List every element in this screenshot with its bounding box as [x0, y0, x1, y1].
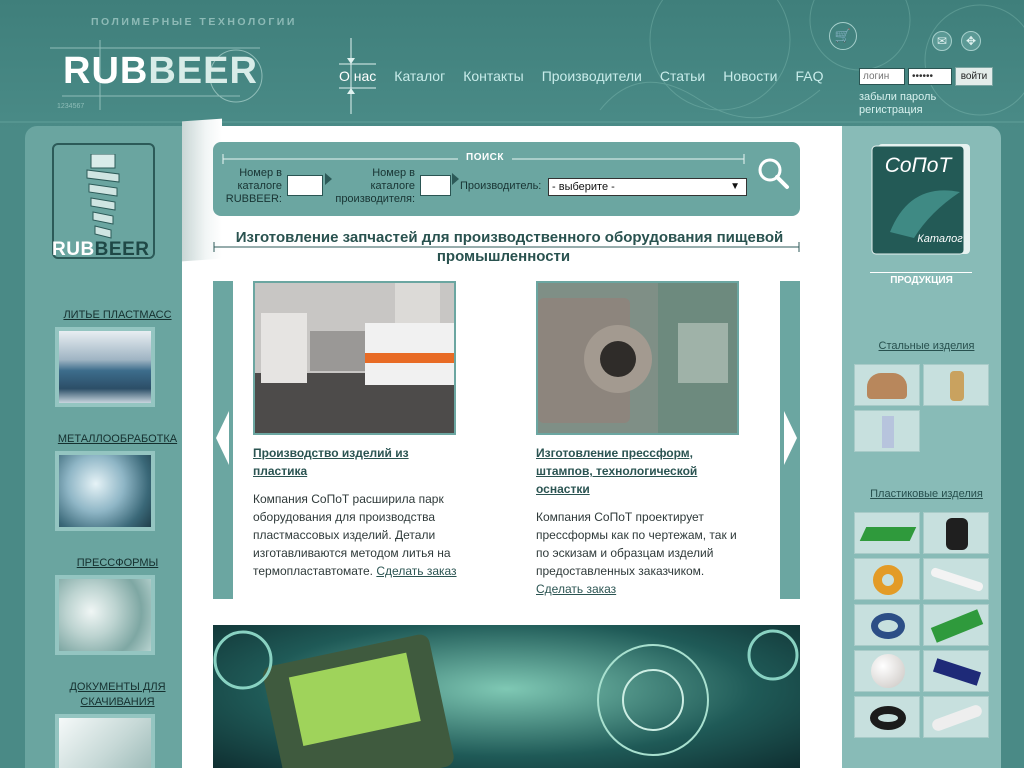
register-link[interactable]: регистрация — [859, 104, 923, 116]
promo-banner[interactable] — [213, 625, 800, 768]
catalog-book-icon[interactable]: СоПоТ Каталог — [870, 142, 972, 257]
nav-about[interactable]: О нас — [339, 68, 376, 84]
bar-icon — [932, 658, 982, 686]
main-nav: О нас Каталог Контакты Производители Ста… — [339, 68, 841, 84]
logo-number: 1234567 — [57, 103, 85, 110]
ball-icon — [871, 654, 905, 688]
producer-number-input[interactable] — [420, 175, 451, 196]
logo-rub-text: RUB — [63, 50, 149, 92]
forgot-password-link[interactable]: забыли пароль — [859, 91, 936, 103]
sidebar-image-documents[interactable] — [55, 714, 155, 768]
site-logo[interactable]: RUBBEER — [63, 50, 258, 93]
products-label[interactable]: ПРОДУКЦИЯ — [842, 275, 1001, 286]
card-title-plastic-production[interactable]: Производство изделий из пластика — [253, 444, 453, 480]
card-image-plastic-production[interactable] — [253, 281, 456, 435]
card-text-molds-production: Компания СоПоТ проектирует прессформы ка… — [536, 508, 748, 598]
card-text-plastic-production: Компания СоПоТ расширила парк оборудован… — [253, 490, 468, 580]
catalog-brand-text: СоПоТ — [885, 154, 954, 177]
header-icons: ✉ ✥ — [932, 31, 981, 51]
sidebar-image-metalworking[interactable] — [55, 451, 155, 531]
search-title: ПОИСК — [466, 152, 504, 163]
steel-products-link[interactable]: Стальные изделия — [842, 340, 1011, 352]
nav-faq[interactable]: FAQ — [795, 68, 823, 84]
ring-icon — [873, 565, 903, 595]
plastic-product-thumb[interactable] — [854, 650, 920, 692]
producer-number-label: Номер в каталоге производителя: — [335, 167, 415, 205]
slider-next-button[interactable] — [780, 281, 800, 599]
producer-select[interactable]: - выберите - ▼ — [548, 178, 747, 196]
lathe-photo — [538, 283, 737, 433]
login-field[interactable] — [859, 68, 905, 85]
plastic-product-thumb[interactable] — [854, 512, 920, 554]
catalog-number-input[interactable] — [287, 175, 323, 196]
catalog-label-text: Каталог — [917, 233, 963, 245]
pin-icon — [950, 371, 964, 401]
sidebar-image-plastic-casting[interactable] — [55, 327, 155, 407]
steel-product-thumb[interactable] — [854, 364, 920, 406]
bushing-icon — [867, 373, 907, 399]
site-tagline: ПОЛИМЕРНЫЕ ТЕХНОЛОГИИ — [91, 16, 297, 28]
plastic-product-thumb[interactable] — [854, 604, 920, 646]
arrow-right-icon — [784, 411, 797, 465]
plastic-product-thumb[interactable] — [923, 696, 989, 738]
order-link[interactable]: Сделать заказ — [376, 564, 456, 578]
roller-icon — [871, 613, 905, 639]
search-icon[interactable] — [756, 156, 790, 190]
plastic-product-thumb[interactable] — [923, 512, 989, 554]
order-link[interactable]: Сделать заказ — [536, 582, 616, 596]
injection-machine-photo — [255, 283, 454, 433]
page-title: Изготовление запчастей для производствен… — [213, 228, 800, 266]
card-title-molds-production[interactable]: Изготовление прессформ, штампов, техноло… — [536, 444, 736, 498]
sidebar-image-molds[interactable] — [55, 575, 155, 655]
plastic-products-link[interactable]: Пластиковые изделия — [842, 488, 1011, 500]
login-button[interactable]: войти — [955, 67, 993, 86]
password-field[interactable] — [908, 68, 952, 85]
plastic-product-thumb[interactable] — [854, 696, 920, 738]
card-image-molds-production[interactable] — [536, 281, 739, 435]
sidebar-logo-beer: BEER — [94, 239, 150, 260]
arrow-right-icon — [325, 173, 332, 185]
rail-icon — [930, 609, 984, 643]
producer-select-value: - выберите - — [552, 181, 615, 193]
card-description: Компания СоПоТ проектирует прессформы ка… — [536, 510, 737, 578]
nav-articles[interactable]: Статьи — [660, 68, 705, 84]
left-sidebar: RUBBEER ЛИТЬЕ ПЛАСТМАСС МЕТАЛЛООБРАБОТКА… — [25, 126, 185, 768]
arrow-right-icon — [452, 173, 459, 185]
plastic-product-thumb[interactable] — [854, 558, 920, 600]
catalog-number-label: Номер в каталоге RUBBEER: — [225, 167, 282, 205]
shaft-icon — [929, 566, 985, 593]
cart-icon[interactable]: 🛒 — [829, 22, 857, 50]
logo-beer-text: BEER — [148, 50, 258, 92]
producer-label: Производитель: — [460, 180, 542, 192]
steel-product-thumb[interactable] — [923, 364, 989, 406]
nav-news[interactable]: Новости — [723, 68, 777, 84]
seal-icon — [870, 706, 906, 730]
axle-icon — [930, 703, 984, 733]
clip-icon — [946, 518, 968, 550]
arrow-left-icon — [216, 411, 229, 465]
page-title-text: Изготовление запчастей для производствен… — [229, 229, 784, 265]
cnc-banner-image — [213, 625, 800, 768]
sidebar-logo-rub: RUB — [52, 239, 95, 260]
bolt-icon — [882, 416, 894, 448]
plastic-product-thumb[interactable] — [923, 604, 989, 646]
slider-prev-button[interactable] — [213, 281, 233, 599]
screw-icon — [86, 154, 120, 239]
nav-producers[interactable]: Производители — [542, 68, 642, 84]
sidebar-logo-text[interactable]: RUBBEER — [52, 239, 149, 261]
nav-catalog[interactable]: Каталог — [394, 68, 445, 84]
mail-icon[interactable]: ✉ — [932, 31, 952, 51]
steel-product-thumb[interactable] — [854, 410, 920, 452]
guide-icon — [859, 527, 917, 541]
chevron-down-icon: ▼ — [730, 181, 740, 192]
compass-icon[interactable]: ✥ — [961, 31, 981, 51]
catalog-divider — [870, 272, 972, 273]
plastic-product-thumb[interactable] — [923, 558, 989, 600]
plastic-product-thumb[interactable] — [923, 650, 989, 692]
nav-contacts[interactable]: Контакты — [463, 68, 523, 84]
